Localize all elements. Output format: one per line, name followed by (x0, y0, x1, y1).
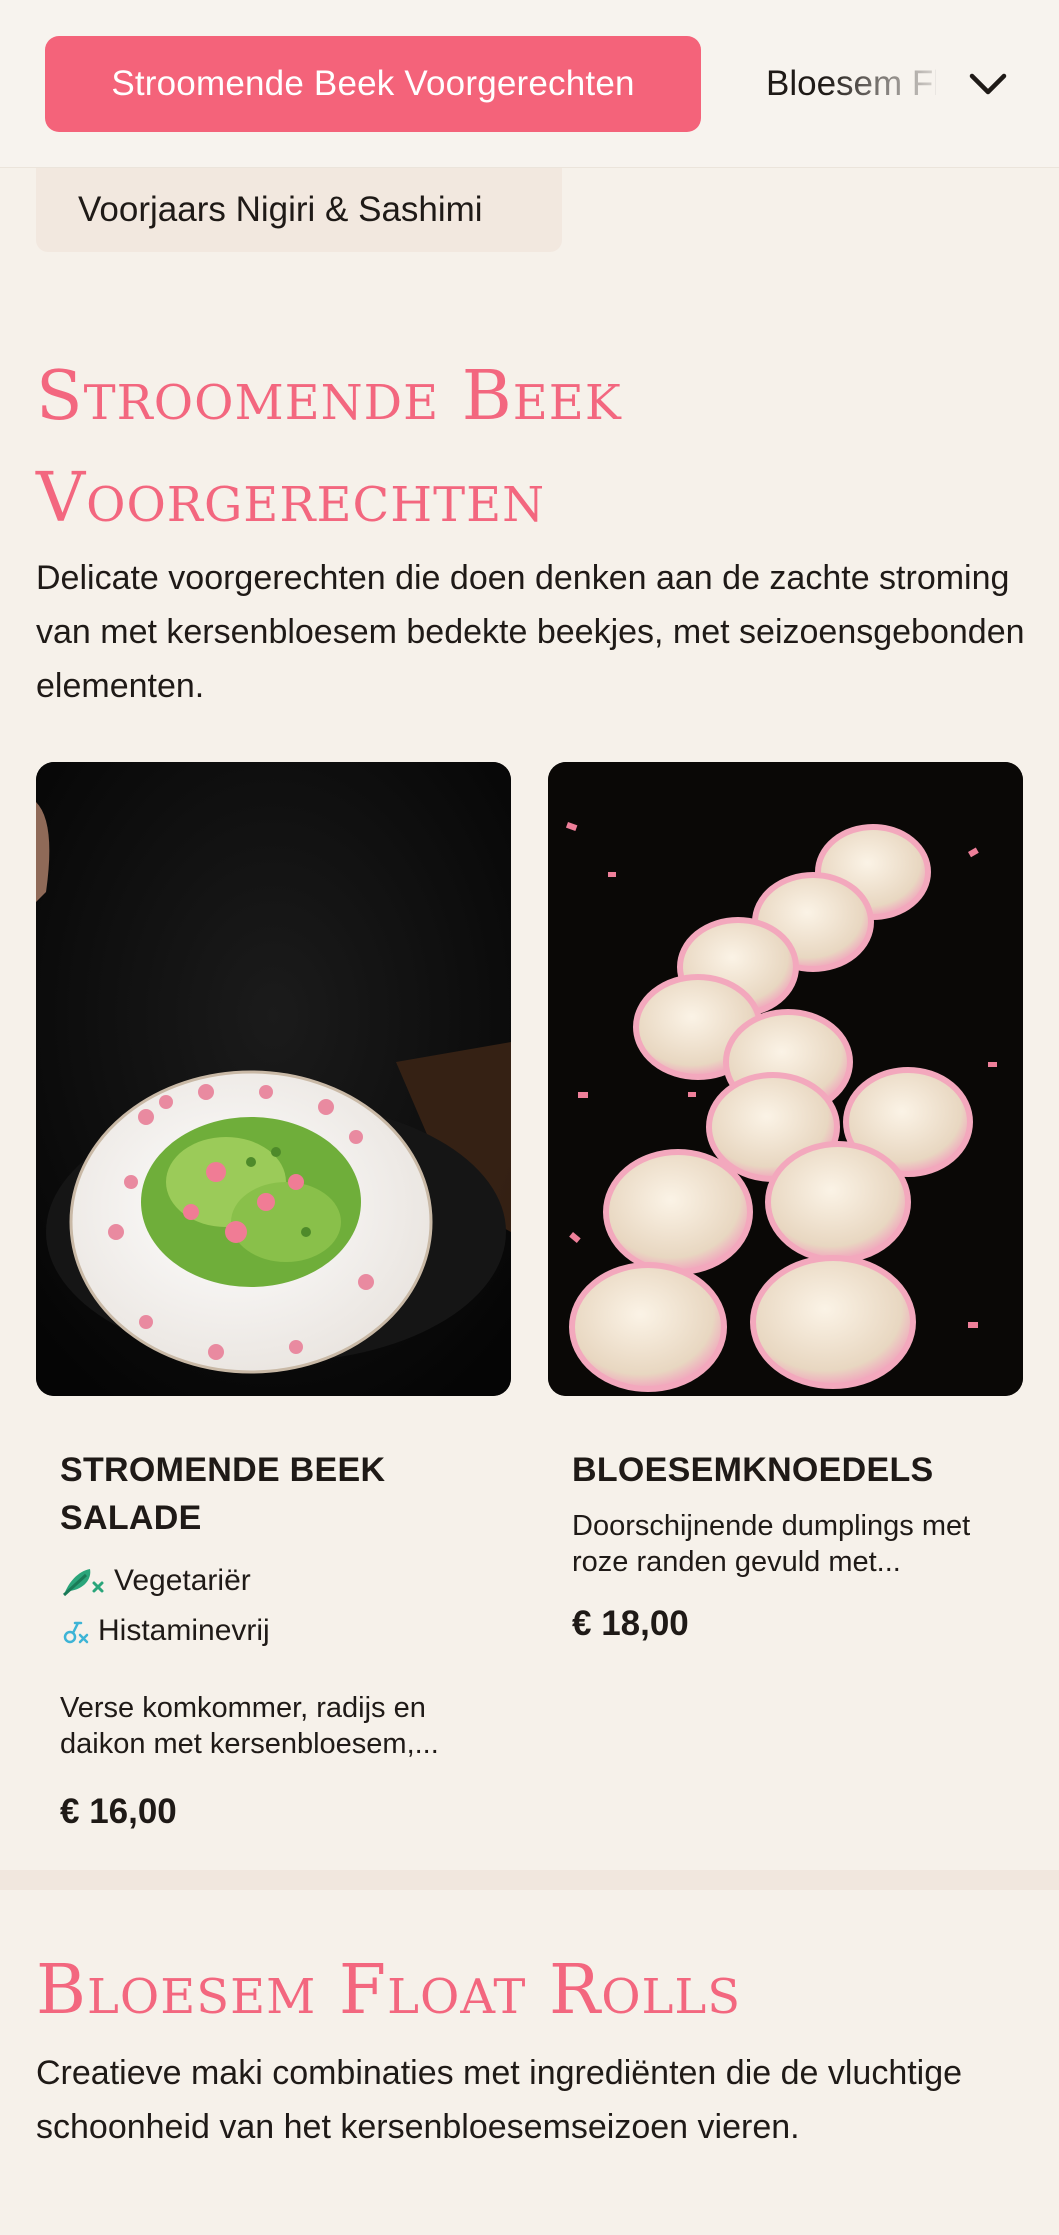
chevron-down-icon[interactable] (964, 60, 1012, 108)
item-description: Doorschijnende dumplings met roze randen… (572, 1510, 971, 1578)
section-title: Bloesem Float Rolls (36, 1940, 741, 2042)
dish-photo (36, 762, 511, 1396)
section-title: Stroomende Beek Voorgerechten (36, 346, 622, 550)
diet-tag: Vegetariër (60, 1556, 487, 1606)
item-name: Bloesemknoedels (572, 1451, 934, 1489)
tag-label: Vegetariër (114, 1564, 251, 1597)
tag-label: Histaminevrij (98, 1614, 270, 1647)
category-tab-active[interactable]: Stroomende Beek Voorgerechten (45, 36, 701, 132)
menu-item-card[interactable]: Bloesemknoedels Doorschijnende dumplings… (548, 762, 1023, 1644)
vegetarian-icon (60, 1561, 106, 1601)
item-price: € 16,00 (60, 1792, 177, 1831)
menu-item-card[interactable]: Stromende Beek Salade Vegetariër (36, 762, 511, 1832)
item-description: Verse komkommer, radijs en daikon met ke… (60, 1692, 439, 1760)
category-nav: Stroomende Beek Voorgerechten Bloesem Fl… (0, 0, 1059, 168)
subcategory-chip[interactable]: Voorjaars Nigiri & Sashimi (36, 168, 562, 252)
category-tab-next[interactable]: Bloesem Float Rolls (766, 36, 936, 132)
dish-photo (548, 762, 1023, 1396)
section-title-line: Voorgerechten (36, 459, 546, 538)
diet-tag: Histaminevrij (60, 1606, 487, 1656)
section-title-line: Stroomende Beek (36, 357, 622, 436)
section-description: Creatieve maki combinaties met ingrediën… (36, 2054, 963, 2146)
section-description: Delicate voorgerechten die doen denken a… (36, 559, 1025, 705)
item-name: Stromende Beek Salade (60, 1451, 386, 1537)
item-price: € 18,00 (572, 1604, 689, 1643)
section-title-line: Bloesem Float Rolls (36, 1951, 742, 2030)
histamine-free-icon (60, 1611, 90, 1651)
section-divider (0, 1870, 1059, 1890)
